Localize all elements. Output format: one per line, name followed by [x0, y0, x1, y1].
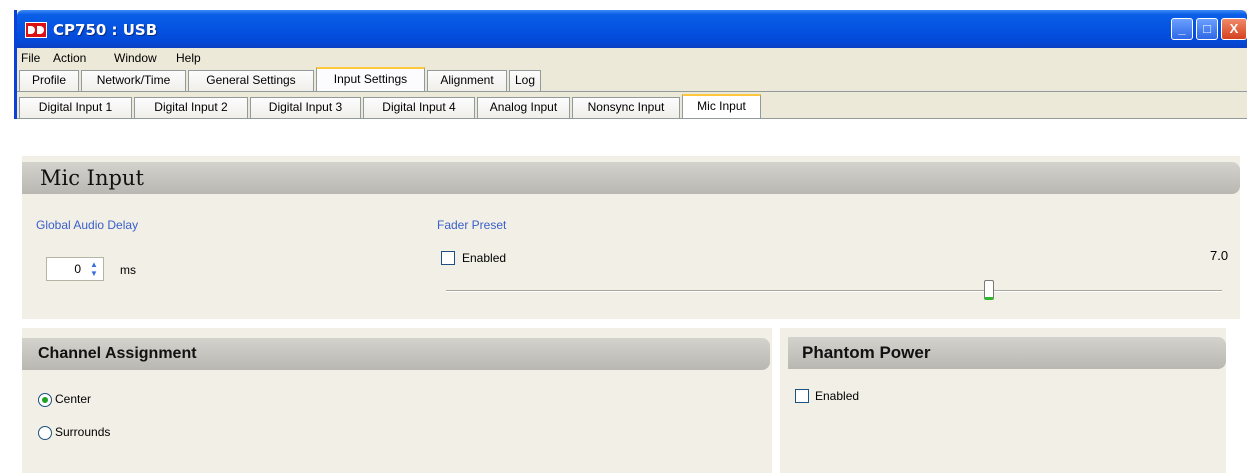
maximize-button[interactable]: □	[1196, 18, 1218, 40]
spinner-arrows[interactable]: ▲ ▼	[87, 260, 101, 278]
tab-general-settings[interactable]: General Settings	[188, 70, 314, 91]
tab-network-time[interactable]: Network/Time	[81, 70, 186, 91]
channel-assignment-heading: Channel Assignment	[22, 338, 770, 370]
audio-delay-spinner[interactable]: 0 ▲ ▼	[46, 257, 104, 281]
tab-log[interactable]: Log	[509, 70, 541, 91]
audio-delay-value: 0	[74, 262, 81, 276]
phantom-enabled-label: Enabled	[815, 389, 860, 403]
subtab-mic-input[interactable]: Mic Input	[682, 94, 761, 118]
title-bar: CP750 : USB _ □ X	[17, 10, 1247, 48]
menu-window[interactable]: Window	[114, 51, 157, 65]
mic-input-heading: Mic Input	[22, 162, 1240, 194]
center-radio[interactable]	[38, 393, 52, 407]
fader-enabled-label: Enabled	[462, 251, 507, 265]
tab-input-settings[interactable]: Input Settings	[316, 67, 425, 91]
surrounds-radio-label: Surrounds	[55, 425, 111, 439]
fader-preset-label: Fader Preset	[437, 218, 507, 232]
close-button[interactable]: X	[1221, 18, 1247, 40]
subtab-digital-input-1[interactable]: Digital Input 1	[19, 97, 132, 118]
fader-enabled-checkbox[interactable]	[441, 251, 455, 265]
window-title: CP750 : USB	[53, 21, 158, 39]
minimize-button[interactable]: _	[1171, 18, 1193, 40]
subtab-digital-input-3[interactable]: Digital Input 3	[250, 97, 361, 118]
phantom-enabled-checkbox[interactable]	[795, 389, 809, 403]
tab-profile[interactable]: Profile	[19, 70, 79, 91]
subtab-analog-input[interactable]: Analog Input	[477, 97, 570, 118]
fader-slider-thumb[interactable]	[984, 280, 994, 300]
phantom-power-heading: Phantom Power	[788, 337, 1226, 369]
main-tabs-divider	[17, 91, 1247, 92]
subtab-digital-input-2[interactable]: Digital Input 2	[134, 97, 248, 118]
menu-bar: File Action Window Help	[17, 48, 1247, 68]
center-radio-label: Center	[55, 392, 92, 406]
global-audio-delay-label: Global Audio Delay	[36, 218, 139, 232]
tab-alignment[interactable]: Alignment	[427, 70, 507, 91]
fader-value: 7.0	[1210, 248, 1229, 263]
subtab-digital-input-4[interactable]: Digital Input 4	[363, 97, 475, 118]
surrounds-radio[interactable]	[38, 426, 52, 440]
menu-help[interactable]: Help	[176, 51, 201, 65]
spin-down-icon[interactable]: ▼	[90, 269, 98, 278]
audio-delay-unit: ms	[120, 263, 136, 277]
spin-up-icon[interactable]: ▲	[90, 260, 98, 269]
menu-file[interactable]: File	[21, 51, 40, 65]
dolby-icon	[25, 22, 47, 38]
menu-action[interactable]: Action	[53, 51, 86, 65]
fader-slider-track[interactable]	[446, 290, 1222, 292]
subtab-nonsync-input[interactable]: Nonsync Input	[572, 97, 680, 118]
